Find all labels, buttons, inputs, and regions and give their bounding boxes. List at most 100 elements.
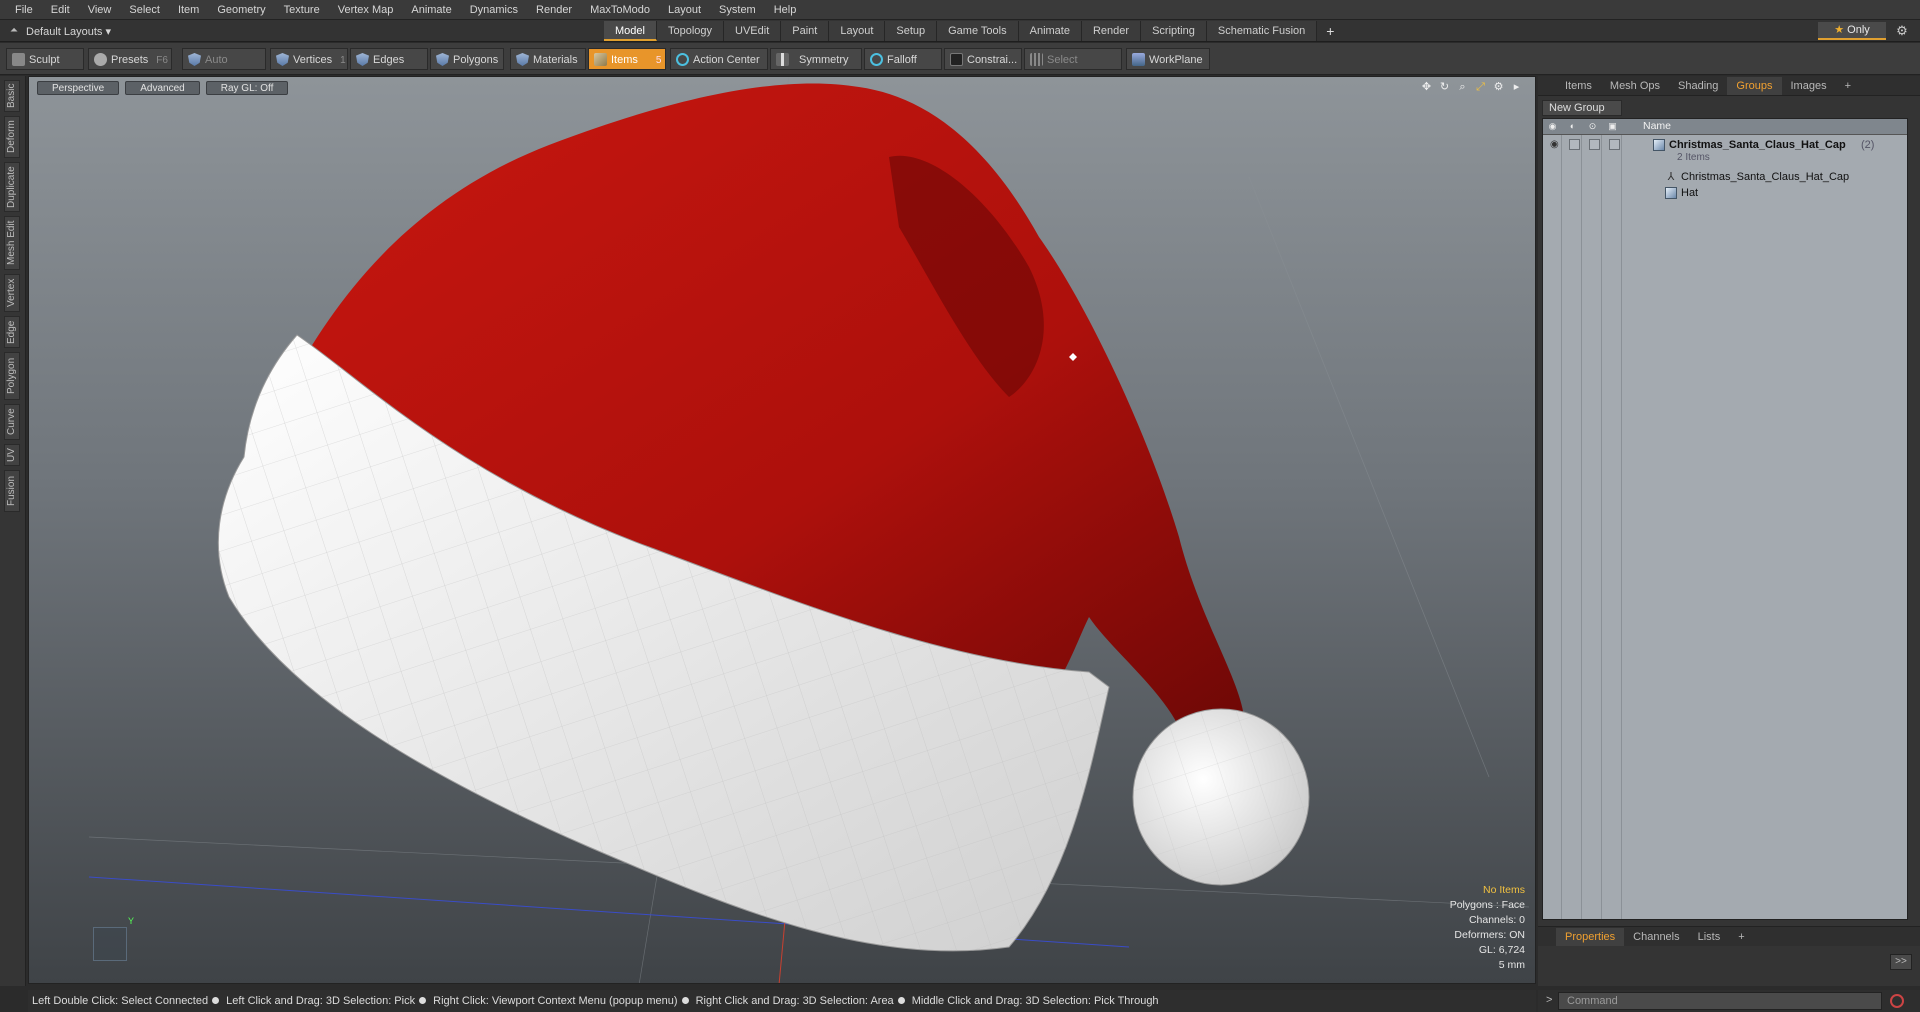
vtab-edge[interactable]: Edge	[4, 316, 20, 348]
auto-select-button[interactable]: Auto Select	[182, 48, 266, 88]
add-properties-tab-icon[interactable]: +	[1729, 928, 1753, 946]
vtab-deform[interactable]: Deform	[4, 116, 20, 158]
action-center-icon	[676, 53, 689, 66]
tab-game-tools[interactable]: Game Tools	[937, 21, 1019, 41]
tab-channels[interactable]: Channels	[1624, 928, 1688, 946]
vtab-mesh-edit[interactable]: Mesh Edit	[4, 216, 20, 270]
rotate-icon[interactable]: ↻	[1438, 81, 1451, 94]
menu-render[interactable]: Render	[527, 0, 581, 20]
tab-groups[interactable]: Groups	[1727, 76, 1782, 95]
menu-edit[interactable]: Edit	[42, 0, 79, 20]
tab-properties[interactable]: Properties	[1556, 927, 1625, 946]
raygl-button[interactable]: Ray GL: Off	[205, 81, 289, 95]
menu-item[interactable]: Item	[169, 0, 208, 20]
layout-collapse-icon[interactable]: ⏶	[8, 25, 20, 37]
add-tab-icon[interactable]: +	[1317, 21, 1343, 41]
materials-button[interactable]: Materials	[510, 48, 586, 70]
3d-viewport[interactable]: Perspective Advanced Ray GL: Off ✥ ↻ ⌕ ⤢…	[28, 76, 1536, 984]
tab-layout[interactable]: Layout	[829, 21, 886, 41]
tab-mesh-ops[interactable]: Mesh Ops	[1601, 77, 1669, 95]
vtab-fusion[interactable]: Fusion	[4, 470, 20, 512]
menu-file[interactable]: File	[6, 0, 42, 20]
locator-icon: ⅄	[1667, 171, 1675, 183]
list-item[interactable]: Hat	[1543, 185, 1907, 201]
lock-toggle[interactable]	[1589, 139, 1600, 150]
add-panel-tab-icon[interactable]: +	[1836, 77, 1860, 95]
constraints-button[interactable]: Constrai...	[944, 48, 1022, 70]
select-through-button[interactable]: Select Through	[1024, 48, 1122, 88]
list-item[interactable]: ⅄ Christmas_Santa_Claus_Hat_Cap	[1543, 169, 1907, 185]
presets-button[interactable]: Presets F6	[88, 48, 172, 70]
visibility-col-icon[interactable]: ◉	[1547, 121, 1558, 132]
tab-topology[interactable]: Topology	[656, 21, 725, 41]
menu-layout[interactable]: Layout	[659, 0, 710, 20]
menu-dynamics[interactable]: Dynamics	[461, 0, 527, 20]
vtab-basic[interactable]: Basic	[4, 80, 20, 112]
action-center-button[interactable]: Action Center	[670, 48, 768, 70]
items-button[interactable]: Items 5	[588, 48, 666, 70]
menu-animate[interactable]: Animate	[402, 0, 460, 20]
group-row[interactable]: ◉ Christmas_Santa_Claus_Hat_Cap (2) 2 It…	[1543, 137, 1907, 163]
tab-model[interactable]: Model	[604, 21, 657, 41]
tab-images[interactable]: Images	[1782, 77, 1836, 95]
gear-icon[interactable]: ⚙	[1894, 23, 1910, 39]
menu-vertex-map[interactable]: Vertex Map	[329, 0, 403, 20]
symmetry-button[interactable]: Symmetry	[770, 48, 862, 70]
vtab-uv[interactable]: UV	[4, 444, 20, 466]
viewport-canvas[interactable]	[29, 77, 1536, 984]
vtab-duplicate[interactable]: Duplicate	[4, 162, 20, 212]
vtab-vertex[interactable]: Vertex	[4, 274, 20, 312]
advanced-button[interactable]: Advanced	[125, 81, 200, 95]
tab-scripting[interactable]: Scripting	[1141, 21, 1207, 41]
workplane-button[interactable]: WorkPlane	[1126, 48, 1210, 70]
tab-shading[interactable]: Shading	[1669, 77, 1727, 95]
menu-geometry[interactable]: Geometry	[208, 0, 274, 20]
eye-icon[interactable]: ◉	[1550, 139, 1559, 150]
col-divider	[1621, 135, 1622, 919]
tab-paint[interactable]: Paint	[781, 21, 830, 41]
layout-picker[interactable]: ⏶ Default Layouts ▾	[8, 23, 111, 39]
perspective-button[interactable]: Perspective	[37, 81, 120, 95]
render-toggle[interactable]	[1569, 139, 1580, 150]
only-button[interactable]: ★ Only	[1818, 22, 1886, 40]
viewport-settings-icon[interactable]: ⚙	[1492, 81, 1505, 94]
select-through-icon	[1030, 53, 1043, 66]
vtab-polygon[interactable]: Polygon	[4, 352, 20, 400]
falloff-button[interactable]: Falloff	[864, 48, 942, 70]
select-toggle[interactable]	[1609, 139, 1620, 150]
menu-view[interactable]: View	[79, 0, 121, 20]
fit-icon[interactable]: ⤢	[1474, 81, 1487, 94]
vertices-button[interactable]: Vertices 1	[270, 48, 348, 70]
menu-texture[interactable]: Texture	[275, 0, 329, 20]
tab-setup[interactable]: Setup	[885, 21, 938, 41]
hint-middle-drag: Middle Click and Drag: 3D Selection: Pic…	[911, 995, 1159, 1007]
presets-icon	[94, 53, 107, 66]
menu-help[interactable]: Help	[765, 0, 806, 20]
menu-select[interactable]: Select	[120, 0, 169, 20]
new-group-button[interactable]: New Group	[1542, 100, 1622, 116]
viewport-menu-arrow-icon[interactable]: ▸	[1510, 81, 1523, 94]
tab-items[interactable]: Items	[1556, 77, 1601, 95]
tab-animate[interactable]: Animate	[1018, 21, 1082, 41]
tab-schematic-fusion[interactable]: Schematic Fusion	[1206, 21, 1318, 41]
render-col-icon[interactable]: ◐	[1567, 121, 1578, 132]
menu-system[interactable]: System	[710, 0, 765, 20]
vtab-curve[interactable]: Curve	[4, 404, 20, 440]
edges-icon	[356, 53, 369, 66]
record-icon[interactable]	[1890, 994, 1904, 1008]
polygons-button[interactable]: Polygons	[430, 48, 504, 70]
lock-col-icon[interactable]: ⊙	[1587, 121, 1598, 132]
sculpt-button[interactable]: Sculpt	[6, 48, 84, 70]
tab-lists[interactable]: Lists	[1689, 928, 1730, 946]
select-col-icon[interactable]: ▣	[1607, 121, 1618, 132]
edges-button[interactable]: Edges2	[350, 48, 440, 70]
command-input[interactable]: Command	[1558, 992, 1882, 1010]
info-polygons: Polygons : Face	[1449, 899, 1525, 911]
menu-maxtomodo[interactable]: MaxToModo	[581, 0, 659, 20]
tab-uvedit[interactable]: UVEdit	[724, 21, 782, 41]
name-column-header[interactable]: Name	[1643, 120, 1671, 132]
pan-icon[interactable]: ✥	[1420, 81, 1433, 94]
tab-render[interactable]: Render	[1081, 21, 1142, 41]
zoom-icon[interactable]: ⌕	[1456, 81, 1469, 94]
expand-panel-button[interactable]: >>	[1890, 954, 1912, 970]
